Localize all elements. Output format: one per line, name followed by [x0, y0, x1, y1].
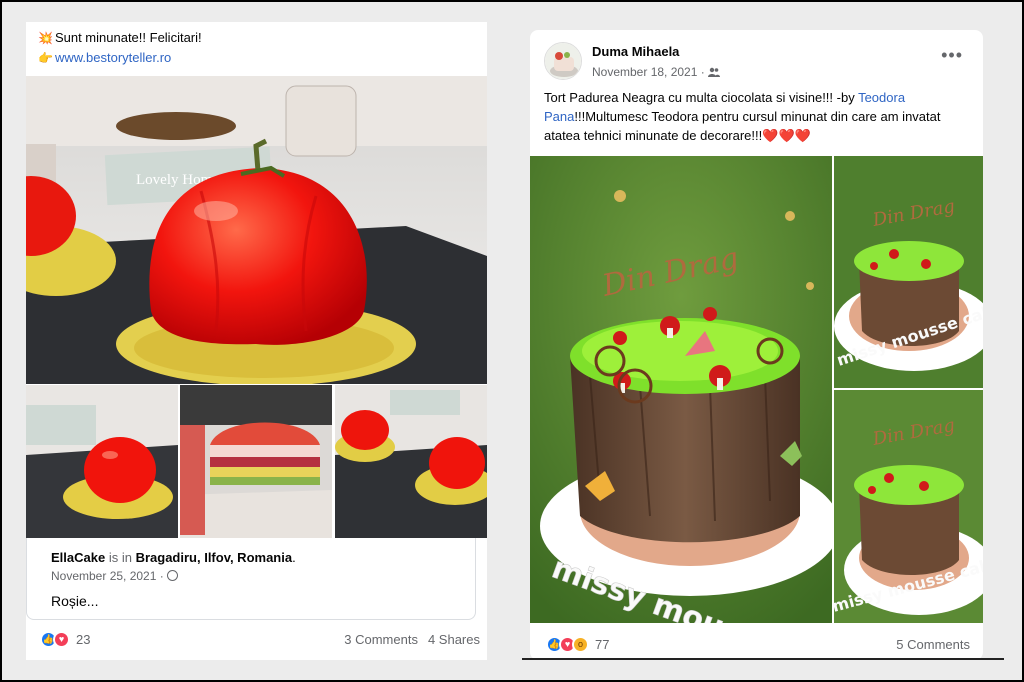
reactions-count[interactable]: 23	[76, 632, 90, 647]
right-post: Duma Mihaela November 18, 2021 · ••• Tor…	[522, 30, 1004, 660]
shared-date[interactable]: November 25, 2021 ·	[51, 569, 167, 583]
right-post-footer: 👍 ♥ o 77 5 Comments	[546, 633, 970, 655]
post-text-part2: !!!Multumesc Teodora pentru cursul minun…	[544, 109, 941, 143]
pointing-hand-emoji-icon: 👉	[38, 51, 53, 65]
shared-post-card[interactable]: EllaCake is in Bragadiru, Ilfov, Romania…	[26, 538, 476, 620]
thumbnail-photo-1[interactable]	[26, 385, 178, 538]
shared-caption: Roșie...	[51, 593, 99, 609]
shared-place[interactable]: Bragadiru, Ilfov, Romania	[136, 550, 293, 565]
hearts-emoji: ❤️❤️❤️	[762, 128, 811, 143]
main-photo-tomato-cake[interactable]: Lovely Home	[26, 76, 487, 384]
main-photo-forest-cake[interactable]: missy mousse cakes Din Drag	[530, 156, 832, 623]
avatar[interactable]	[544, 42, 582, 80]
more-options-button[interactable]: •••	[941, 46, 963, 64]
post-text-part1: Tort Padurea Neagra cu multa ciocolata s…	[544, 90, 859, 105]
shares-count[interactable]: 4 Shares	[428, 632, 480, 647]
post-date[interactable]: November 18, 2021 ·	[592, 65, 708, 79]
comments-count[interactable]: 3 Comments	[344, 632, 418, 647]
post-author[interactable]: Duma Mihaela	[592, 44, 679, 59]
globe-icon	[167, 570, 179, 581]
left-post: 💥 Sunt minunate!! Felicitari! 👉 www.bestor…	[26, 22, 487, 660]
comments-count[interactable]: 5 Comments	[896, 637, 970, 652]
love-reaction-icon: ♥	[53, 630, 70, 648]
divider	[522, 658, 1004, 660]
post-text: Tort Padurea Neagra cu multa ciocolata s…	[544, 88, 972, 145]
is-in-label: is in	[108, 550, 132, 565]
collision-emoji-icon: 💥	[38, 31, 53, 45]
website-link[interactable]: www.bestoryteller.ro	[55, 50, 171, 65]
side-photo-1[interactable]: Din Drag missy mousse cakes	[834, 156, 983, 388]
thumbnail-photo-2[interactable]	[180, 385, 333, 538]
friends-icon	[708, 66, 721, 80]
left-post-footer: 👍 ♥ 23 3 Comments 4 Shares	[40, 628, 480, 650]
side-photo-2[interactable]: Din Drag missy mousse cakes	[834, 390, 983, 623]
thumbnail-photo-3[interactable]	[334, 385, 487, 538]
photo-thumbnails	[26, 385, 487, 538]
post-message: Sunt minunate!! Felicitari!	[54, 30, 202, 45]
wow-reaction-icon: o	[572, 635, 589, 653]
reactions-count[interactable]: 77	[595, 637, 609, 652]
post-date-line: November 18, 2021 ·	[592, 65, 721, 80]
shared-author[interactable]: EllaCake	[51, 550, 105, 565]
left-post-text: 💥 Sunt minunate!! Felicitari! 👉 www.bestor…	[38, 28, 202, 68]
period: .	[292, 550, 296, 565]
